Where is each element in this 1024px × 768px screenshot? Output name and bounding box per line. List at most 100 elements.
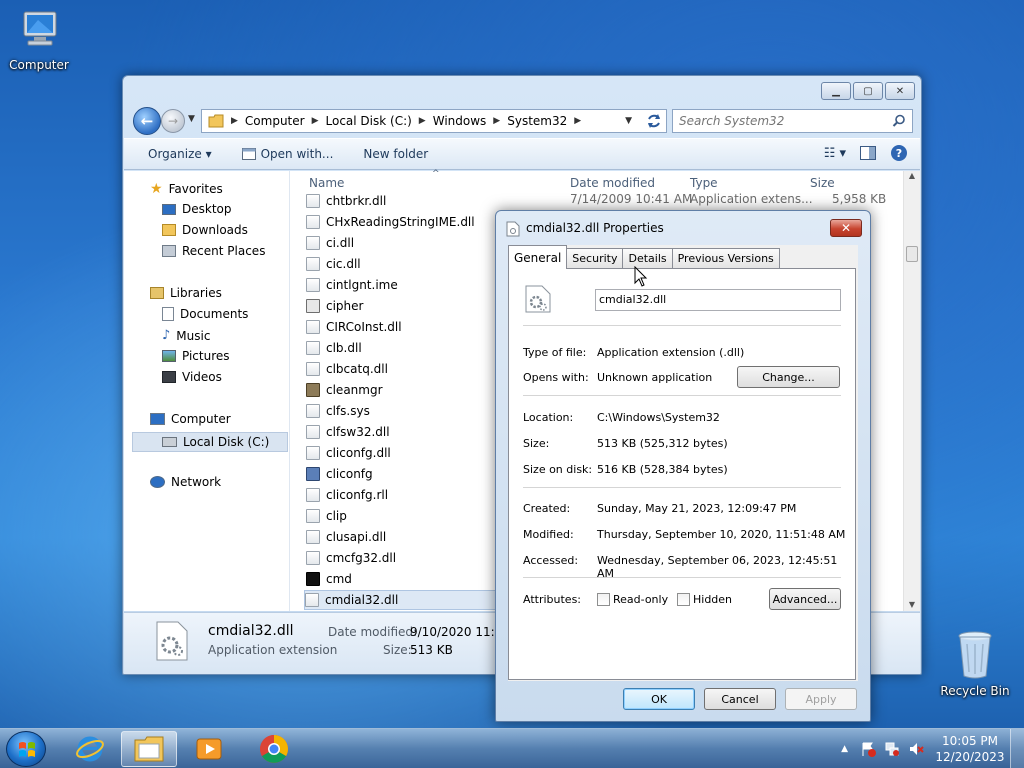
file-row[interactable]: clfsw32.dll bbox=[306, 422, 390, 442]
file-type-icon bbox=[306, 320, 320, 334]
network-tray-icon[interactable] bbox=[884, 741, 900, 757]
nav-music[interactable]: ♪ Music bbox=[162, 328, 210, 343]
read-only-checkbox[interactable] bbox=[597, 593, 610, 606]
show-desktop-button[interactable] bbox=[1010, 729, 1024, 768]
file-row[interactable]: cmcfg32.dll bbox=[306, 548, 396, 568]
taskbar-chrome[interactable] bbox=[246, 731, 302, 767]
nav-videos[interactable]: Videos bbox=[162, 370, 222, 384]
taskbar-windows-explorer[interactable] bbox=[121, 731, 177, 767]
tab-security[interactable]: Security bbox=[566, 248, 624, 268]
volume-muted-icon[interactable] bbox=[908, 741, 924, 757]
nav-computer[interactable]: Computer bbox=[150, 412, 231, 426]
organize-menu[interactable]: Organize ▾ bbox=[148, 147, 212, 161]
scroll-up-icon[interactable]: ▲ bbox=[904, 171, 920, 180]
file-row[interactable]: cipher bbox=[306, 296, 363, 316]
taskbar-internet-explorer[interactable] bbox=[62, 731, 118, 767]
file-row[interactable]: clbcatq.dll bbox=[306, 359, 388, 379]
close-icon: ✕ bbox=[840, 221, 852, 235]
file-row[interactable]: cliconfg.rll bbox=[306, 485, 388, 505]
advanced-button[interactable]: Advanced... bbox=[769, 588, 841, 610]
hidden-checkbox[interactable] bbox=[677, 593, 690, 606]
dialog-close-button[interactable]: ✕ bbox=[830, 219, 862, 237]
breadcrumb-local-disk[interactable]: Local Disk (C:) bbox=[326, 114, 412, 128]
forward-button[interactable]: → bbox=[161, 109, 185, 133]
column-size[interactable]: Size bbox=[810, 171, 835, 195]
breadcrumb-computer[interactable]: Computer bbox=[245, 114, 305, 128]
search-icon[interactable] bbox=[892, 114, 906, 128]
taskbar: ▲ 10:05 PM 12/20/2023 bbox=[0, 728, 1024, 768]
hidden-label[interactable]: Hidden bbox=[693, 593, 732, 606]
tab-general[interactable]: General bbox=[508, 245, 568, 269]
start-button[interactable] bbox=[6, 731, 46, 767]
address-dropdown-icon[interactable]: ▼ bbox=[625, 116, 632, 126]
nav-recent-places[interactable]: Recent Places bbox=[162, 244, 265, 258]
file-row[interactable]: clip bbox=[306, 506, 347, 526]
sort-ascending-icon: ^ bbox=[432, 169, 440, 179]
divider bbox=[523, 395, 841, 396]
view-options-icon[interactable]: ☷ ▾ bbox=[824, 146, 846, 161]
command-bar: Organize ▾ Open with... New folder ☷ ▾ ? bbox=[124, 138, 920, 170]
file-name: cmcfg32.dll bbox=[326, 551, 397, 565]
nav-libraries[interactable]: Libraries bbox=[150, 286, 222, 300]
tab-details[interactable]: Details bbox=[622, 248, 673, 268]
nav-desktop[interactable]: Desktop bbox=[162, 202, 232, 216]
filename-field[interactable]: cmdial32.dll bbox=[595, 289, 841, 311]
address-bar[interactable]: ▶ Computer ▶ Local Disk (C:) ▶ Windows ▶… bbox=[201, 109, 667, 133]
change-button[interactable]: Change... bbox=[737, 366, 840, 388]
refresh-icon[interactable] bbox=[641, 109, 667, 133]
action-center-flag-icon[interactable] bbox=[860, 741, 876, 757]
file-row[interactable]: ci.dll bbox=[306, 233, 354, 253]
location-value: C:\Windows\System32 bbox=[597, 411, 720, 424]
clock[interactable]: 10:05 PM 12/20/2023 bbox=[930, 733, 1010, 765]
show-hidden-icons-icon[interactable]: ▲ bbox=[841, 744, 848, 754]
scroll-down-icon[interactable]: ▼ bbox=[904, 600, 920, 609]
cancel-button[interactable]: Cancel bbox=[704, 688, 776, 710]
nav-pictures[interactable]: Pictures bbox=[162, 349, 230, 363]
file-row[interactable]: chtbrkr.dll bbox=[306, 191, 386, 211]
search-input[interactable] bbox=[679, 114, 892, 128]
nav-favorites[interactable]: ★ Favorites bbox=[150, 181, 223, 197]
file-row[interactable]: cic.dll bbox=[306, 254, 361, 274]
read-only-label[interactable]: Read-only bbox=[613, 593, 668, 606]
file-row[interactable]: cintlgnt.ime bbox=[306, 275, 398, 295]
file-row[interactable]: clusapi.dll bbox=[306, 527, 386, 547]
minimize-button[interactable]: ▁ bbox=[821, 82, 851, 100]
file-name: cliconfg.dll bbox=[326, 446, 391, 460]
nav-network[interactable]: Network bbox=[150, 475, 221, 489]
nav-downloads[interactable]: Downloads bbox=[162, 223, 248, 237]
maximize-button[interactable]: ▢ bbox=[853, 82, 883, 100]
preview-pane-icon[interactable] bbox=[860, 146, 876, 160]
dll-file-icon bbox=[156, 621, 188, 661]
file-row[interactable]: cmdial32.dll bbox=[304, 590, 496, 610]
nav-documents[interactable]: Documents bbox=[162, 307, 248, 321]
taskbar-media-player[interactable] bbox=[181, 731, 237, 767]
computer-icon bbox=[23, 11, 57, 46]
vertical-scrollbar[interactable]: ▲ ▼ bbox=[903, 171, 920, 611]
recycle-bin-desktop-icon[interactable]: Recycle Bin bbox=[937, 628, 1013, 698]
search-box[interactable] bbox=[672, 109, 913, 133]
apply-button[interactable]: Apply bbox=[785, 688, 857, 710]
tab-previous-versions[interactable]: Previous Versions bbox=[671, 248, 780, 268]
modified-value: Thursday, September 10, 2020, 11:51:48 A… bbox=[597, 528, 846, 541]
help-icon[interactable]: ? bbox=[890, 144, 908, 162]
file-row[interactable]: cleanmgr bbox=[306, 380, 383, 400]
recent-pages-dropdown[interactable]: ▼ bbox=[188, 114, 195, 124]
breadcrumb-system32[interactable]: System32 bbox=[507, 114, 567, 128]
nav-local-disk[interactable]: Local Disk (C:) bbox=[132, 432, 288, 452]
file-row[interactable]: CIRCoInst.dll bbox=[306, 317, 402, 337]
breadcrumb-windows[interactable]: Windows bbox=[433, 114, 487, 128]
file-row[interactable]: cliconfg.dll bbox=[306, 443, 391, 463]
file-row[interactable]: cmd bbox=[306, 569, 352, 589]
file-row[interactable]: clb.dll bbox=[306, 338, 362, 358]
new-folder-button[interactable]: New folder bbox=[363, 147, 428, 161]
file-name: clip bbox=[326, 509, 347, 523]
file-row[interactable]: cliconfg bbox=[306, 464, 373, 484]
computer-desktop-icon[interactable]: Computer bbox=[1, 8, 77, 72]
close-button[interactable]: ✕ bbox=[885, 82, 915, 100]
file-row[interactable]: CHxReadingStringIME.dll bbox=[306, 212, 475, 232]
open-with-button[interactable]: Open with... bbox=[241, 147, 333, 161]
scrollbar-thumb[interactable] bbox=[906, 246, 918, 262]
file-row[interactable]: clfs.sys bbox=[306, 401, 370, 421]
back-button[interactable]: ← bbox=[133, 107, 161, 135]
ok-button[interactable]: OK bbox=[623, 688, 695, 710]
